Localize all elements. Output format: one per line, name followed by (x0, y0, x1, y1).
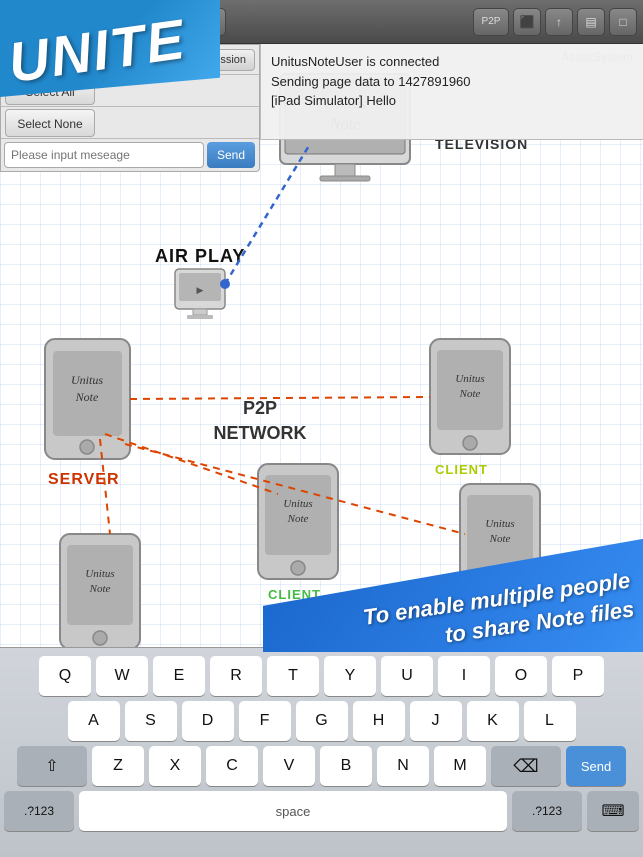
key-n[interactable]: N (377, 746, 429, 786)
svg-text:CLIENT: CLIENT (435, 462, 488, 477)
key-v[interactable]: V (263, 746, 315, 786)
key-q[interactable]: Q (39, 656, 91, 696)
user-name-label: UnitusNoteU... (29, 53, 167, 67)
key-f[interactable]: F (239, 701, 291, 741)
center-phone: Unitus Note (258, 464, 338, 579)
server-phone: Unitus Note (45, 339, 130, 459)
scissors-icon[interactable]: ✂ (134, 8, 162, 36)
status-line1: UnitusNoteUser is connected (271, 52, 633, 72)
bottom-left-phone: Unitus Note (60, 534, 140, 647)
keyboard-row-3: ⇧ Z X C V B N M ⌫ Send (4, 746, 639, 786)
send-button[interactable]: Send (207, 142, 255, 168)
mission-button[interactable]: ssion (211, 49, 255, 71)
key-s[interactable]: S (125, 701, 177, 741)
key-i[interactable]: I (438, 656, 490, 696)
auto-button[interactable]: Auto (167, 49, 208, 71)
select-none-row: Select None (1, 107, 259, 139)
keyboard-row-1: Q W E R T Y U I O P (4, 656, 639, 696)
status-line3: [iPad Simulator] Hello (271, 91, 633, 111)
svg-text:SERVER: SERVER (48, 471, 120, 488)
svg-text:Note: Note (89, 583, 111, 595)
key-a[interactable]: A (68, 701, 120, 741)
key-g[interactable]: G (296, 701, 348, 741)
send-key[interactable]: Send (566, 746, 626, 786)
key-t[interactable]: T (267, 656, 319, 696)
key-u[interactable]: U (381, 656, 433, 696)
key-e[interactable]: E (153, 656, 205, 696)
camera-icon[interactable]: 📷 (102, 8, 130, 36)
checkmark-icon: ✓ (1, 45, 29, 75)
number-switch-key[interactable]: .?123 (4, 791, 74, 831)
toolbar-left: ⊞ ⚡ ? 📷 ✂ 📋 ↩ (6, 8, 226, 36)
svg-text:Note: Note (75, 390, 99, 404)
keyboard-row-4: .?123 space .?123 ⌨ (4, 791, 639, 831)
svg-text:Note: Note (459, 388, 481, 400)
key-x[interactable]: X (149, 746, 201, 786)
svg-text:P2P: P2P (243, 398, 277, 418)
ios-toolbar: ⊞ ⚡ ? 📷 ✂ 📋 ↩ P2P ⬛ ↑ ▤ □ (0, 0, 643, 44)
key-m[interactable]: M (434, 746, 486, 786)
grid-icon[interactable]: ⊞ (6, 8, 34, 36)
svg-text:Unitus: Unitus (485, 518, 514, 530)
key-p[interactable]: P (552, 656, 604, 696)
connection-row: ✓ UnitusNoteU... Auto ssion (1, 45, 259, 75)
square-icon[interactable]: □ (609, 8, 637, 36)
share-icon[interactable]: ↑ (545, 8, 573, 36)
number-switch-key-right[interactable]: .?123 (512, 791, 582, 831)
keyboard: Q W E R T Y U I O P A S D F G H J K L ⇧ … (0, 647, 643, 857)
status-line2: Sending page data to 1427891960 (271, 72, 633, 92)
keyboard-icon[interactable]: ⌨ (587, 791, 639, 831)
bottom-right-phone: Unitus Note (460, 484, 540, 599)
message-row: Send (1, 139, 259, 171)
key-o[interactable]: O (495, 656, 547, 696)
select-all-button[interactable]: Select All (5, 77, 95, 105)
airplay-icon[interactable]: ⬛ (513, 8, 541, 36)
delete-key[interactable]: ⌫ (491, 746, 561, 786)
key-c[interactable]: C (206, 746, 258, 786)
message-input[interactable] (4, 142, 204, 168)
svg-text:AIR PLAY: AIR PLAY (155, 246, 245, 266)
svg-text:NETWORK: NETWORK (214, 423, 307, 443)
wifi-icon[interactable]: ⚡ (38, 8, 66, 36)
key-j[interactable]: J (410, 701, 462, 741)
select-all-row: Select All (1, 75, 259, 107)
paste-icon[interactable]: 📋 (166, 8, 194, 36)
svg-text:Unitus: Unitus (85, 568, 114, 580)
key-k[interactable]: K (467, 701, 519, 741)
svg-text:Note: Note (287, 513, 309, 525)
space-key[interactable]: space (79, 791, 507, 831)
svg-text:Note: Note (489, 533, 511, 545)
svg-text:CLIENT: CLIENT (465, 607, 518, 622)
undo-icon[interactable]: ↩ (198, 8, 226, 36)
svg-text:Unitus: Unitus (455, 373, 484, 385)
key-h[interactable]: H (353, 701, 405, 741)
layers-icon[interactable]: ▤ (577, 8, 605, 36)
shift-key[interactable]: ⇧ (17, 746, 87, 786)
svg-text:CLIENT: CLIENT (268, 587, 321, 602)
p2p-icon[interactable]: P2P (473, 8, 509, 36)
key-l[interactable]: L (524, 701, 576, 741)
keyboard-row-2: A S D F G H J K L (4, 701, 639, 741)
key-r[interactable]: R (210, 656, 262, 696)
key-d[interactable]: D (182, 701, 234, 741)
key-z[interactable]: Z (92, 746, 144, 786)
svg-text:▶: ▶ (197, 285, 204, 295)
status-panel: UnitusNoteUser is connected Sending page… (260, 44, 643, 140)
toolbar-right: P2P ⬛ ↑ ▤ □ (473, 8, 637, 36)
key-w[interactable]: W (96, 656, 148, 696)
airplay-device: ▶ (175, 269, 225, 319)
select-none-button[interactable]: Select None (5, 109, 95, 137)
svg-text:Unitus: Unitus (71, 373, 103, 387)
client-phone-top: Unitus Note (430, 339, 510, 454)
svg-text:Unitus: Unitus (283, 498, 312, 510)
connection-panel: ✓ UnitusNoteU... Auto ssion Select All S… (0, 44, 260, 172)
key-b[interactable]: B (320, 746, 372, 786)
key-y[interactable]: Y (324, 656, 376, 696)
question-icon[interactable]: ? (70, 8, 98, 36)
